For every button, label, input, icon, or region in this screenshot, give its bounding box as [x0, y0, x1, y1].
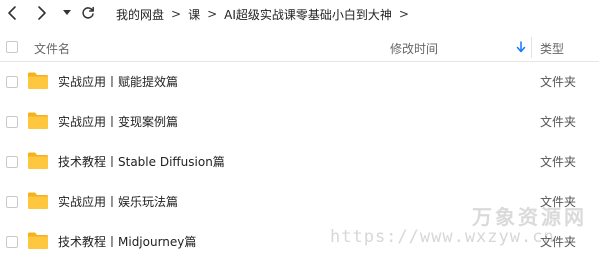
breadcrumb-item-current[interactable]: AI超级实战课零基础小白到大神 — [224, 6, 392, 23]
file-type: 文件夹 — [540, 115, 577, 129]
row-checkbox[interactable] — [6, 76, 18, 88]
breadcrumb: 我的网盘 > 课 > AI超级实战课零基础小白到大神 > — [116, 5, 416, 23]
file-type: 文件夹 — [540, 235, 577, 249]
file-name[interactable]: 实战应用丨变现案例篇 — [58, 113, 178, 130]
refresh-icon[interactable] — [79, 4, 97, 22]
breadcrumb-item-root[interactable]: 我的网盘 — [116, 6, 164, 23]
forward-arrow-icon[interactable] — [33, 4, 51, 22]
folder-icon — [27, 111, 49, 130]
breadcrumb-separator: > — [207, 7, 218, 21]
breadcrumb-item-course[interactable]: 课 — [188, 6, 200, 23]
column-header-modified-time[interactable]: 修改时间 — [390, 40, 438, 57]
column-header-name[interactable]: 文件名 — [34, 40, 70, 57]
file-name[interactable]: 实战应用丨赋能提效篇 — [58, 73, 178, 90]
file-name[interactable]: 技术教程丨Midjourney篇 — [58, 233, 196, 250]
file-row[interactable]: 实战应用丨变现案例篇 文件夹 — [0, 105, 599, 141]
folder-icon — [27, 151, 49, 170]
file-type: 文件夹 — [540, 195, 577, 209]
breadcrumb-separator: > — [171, 7, 182, 21]
back-arrow-icon[interactable] — [3, 4, 21, 22]
dropdown-caret-icon[interactable] — [58, 4, 76, 22]
column-header-type[interactable]: 类型 — [540, 40, 564, 57]
file-name[interactable]: 技术教程丨Stable Diffusion篇 — [58, 153, 225, 170]
row-checkbox[interactable] — [6, 196, 18, 208]
file-type: 文件夹 — [540, 155, 577, 169]
file-name[interactable]: 实战应用丨娱乐玩法篇 — [58, 193, 178, 210]
select-all-checkbox[interactable] — [6, 41, 18, 53]
file-row[interactable]: 技术教程丨Stable Diffusion篇 文件夹 — [0, 145, 599, 181]
file-row[interactable]: 技术教程丨Midjourney篇 文件夹 — [0, 225, 599, 261]
folder-icon — [27, 191, 49, 210]
sort-desc-icon[interactable] — [515, 40, 527, 54]
breadcrumb-trailing-separator[interactable]: > — [399, 7, 409, 21]
row-checkbox[interactable] — [6, 156, 18, 168]
toolbar: 我的网盘 > 课 > AI超级实战课零基础小白到大神 > — [0, 0, 599, 27]
file-list-header: 文件名 修改时间 类型 — [0, 34, 599, 62]
file-type: 文件夹 — [540, 75, 577, 89]
folder-icon — [27, 71, 49, 90]
column-divider[interactable] — [531, 37, 532, 58]
row-checkbox[interactable] — [6, 236, 18, 248]
folder-icon — [27, 231, 49, 250]
file-row[interactable]: 实战应用丨赋能提效篇 文件夹 — [0, 65, 599, 101]
row-checkbox[interactable] — [6, 116, 18, 128]
file-row[interactable]: 实战应用丨娱乐玩法篇 文件夹 — [0, 185, 599, 221]
